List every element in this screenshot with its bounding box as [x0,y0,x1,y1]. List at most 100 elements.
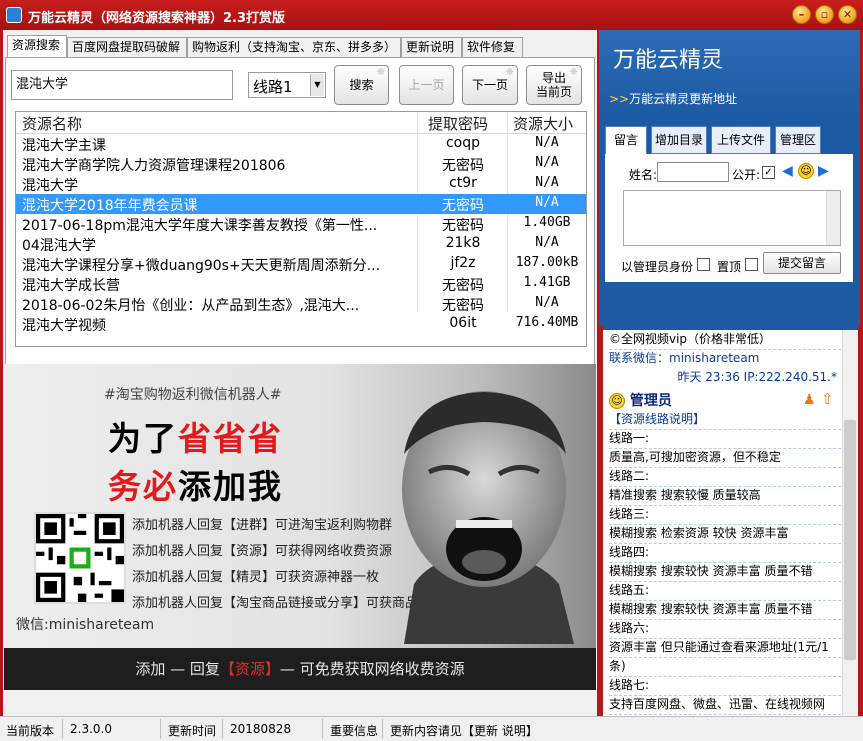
up-arrow-icon[interactable]: ⇧ [821,390,834,408]
banner-item-3: 添加机器人回复【精灵】可获资源神器一枚 [132,570,380,585]
table-row[interactable]: 混沌大学主课 coqp N/A [16,134,586,154]
update-time-label: 更新时间 [168,724,217,738]
right-header: 万能云精灵 >>万能云精灵更新地址 [599,30,860,118]
name-input[interactable] [657,162,729,182]
scrollbar-thumb[interactable] [844,420,856,660]
admin-identity-label: 以管理员身份 [621,260,694,274]
message-line: 线路一: [609,429,841,449]
cell-name: 2018-06-02朱月怡《创业：从产品到生态》,混沌大... [22,298,360,314]
submit-message-button[interactable]: 提交留言 [763,252,841,274]
banner-headline-1: 为了省省省 [108,412,283,460]
cell-name: 2017-06-18pm混沌大学年度大课李善友教授《第一性... [22,218,378,234]
cell-password: 06it [449,315,477,331]
maximize-button[interactable]: ▫ [815,5,834,24]
footer-text-c: — 可免费获取网络收费资源 [279,660,465,678]
search-panel: 混沌大学 线路1 ▼ 搜索 ❋ 上一页 下一页 ❋ 导出 当前页 ❋ 资源名称 … [5,57,595,383]
message-line: 线路五: [609,581,841,601]
admin-name: 管理员 [629,393,672,409]
table-row[interactable]: 混沌大学成长营 无密码 1.41GB [16,274,586,294]
wechat-qr-code [34,512,126,604]
admin-checkbox[interactable] [697,258,710,271]
promo-banner[interactable]: #淘宝购物返利微信机器人# 为了省省省 务必添加我 添加机器人回复【进群】可进淘… [4,364,596,690]
tab-baidu-code[interactable]: 百度网盘提取码破解 [67,37,187,57]
public-label: 公开: [732,168,761,182]
message-textarea[interactable] [623,190,841,246]
banner-item-2: 添加机器人回复【资源】可获得网络收费资源 [132,544,393,559]
message-scrollbar[interactable] [842,330,858,716]
table-row[interactable]: 混沌大学视频 06it 716.40MB [16,314,586,334]
public-checkbox[interactable]: ✓ [762,166,775,179]
main-panel: 资源搜索 百度网盘提取码破解 购物返利（支持淘宝、京东、拼多多） 更新说明 软件… [3,30,597,716]
table-row[interactable]: 混沌大学2018年年费会员课 无密码 N/A [16,194,586,214]
tab-message[interactable]: 留言 [605,126,647,156]
table-header: 资源名称 提取密码 资源大小 [16,112,586,134]
prev-page-button[interactable]: 上一页 [399,65,454,105]
banner-wechat-id: 微信:minishareteam [16,617,155,633]
results-table[interactable]: 资源名称 提取密码 资源大小 混沌大学主课 coqp N/A 混沌大学商学院人力资源管… [15,111,587,347]
important-info-value[interactable]: 更新内容请见【更新 说明】 [390,722,538,739]
user-icon[interactable]: ♟ [803,392,816,408]
footer-text-b: 【资源】 [219,660,280,678]
cell-size: N/A [535,155,559,170]
tab-admin-area[interactable]: 管理区 [775,126,821,154]
table-row[interactable]: 04混沌大学 21k8 N/A [16,234,586,254]
update-link-label: 万能云精灵更新地址 [629,92,738,106]
tab-software-repair[interactable]: 软件修复 [462,37,523,57]
message-line: 质量高,可搜加密资源，但不稳定 [609,448,841,468]
cell-password: 无密码 [442,278,484,294]
table-row[interactable]: 混沌大学 ct9r N/A [16,174,586,194]
table-row[interactable]: 2018-06-02朱月怡《创业：从产品到生态》,混沌大... 无密码 N/A [16,294,586,314]
header-password[interactable]: 提取密码 [428,113,488,134]
message-line: 【资源线路说明】 [609,410,841,430]
sparkle-icon: ❋ [505,67,514,78]
right-title: 万能云精灵 [613,48,724,73]
export-label-2: 当前页 [535,85,572,99]
update-link[interactable]: >>万能云精灵更新地址 [609,90,737,107]
right-arrow-icon[interactable]: ▶ [818,163,829,179]
route-select[interactable]: 线路1 ▼ [248,72,326,98]
next-page-button[interactable]: 下一页 ❋ [462,65,518,105]
tab-add-directory[interactable]: 增加目录 [651,126,707,154]
message-line: 线路四: [609,543,841,563]
message-line: 模糊搜索 搜索较快 资源丰富 质量不错 [609,600,841,620]
left-arrow-icon[interactable]: ◀ [782,163,793,179]
message-panel: 留言 增加目录 上传文件 管理区 姓名: 公开: ✓ ◀ ☺ ▶ 以管理员身份 … [599,118,860,326]
message-list[interactable]: ©全网视频vip（价格非常低） 联系微信：minishareteam 昨天 23… [603,326,858,716]
admin-heading: ☺ 管理员 [609,390,672,410]
message-line: 模糊搜索 搜索较快 资源丰富 质量不错 [609,562,841,582]
cell-size: N/A [535,295,559,310]
chevron-down-icon[interactable]: ▼ [310,74,324,96]
header-size[interactable]: 资源大小 [513,113,573,134]
sparkle-icon: ❋ [569,67,578,78]
tab-upload-file[interactable]: 上传文件 [711,126,771,154]
tab-shopping-rebate[interactable]: 购物返利（支持淘宝、京东、拼多多） [187,37,401,57]
pin-checkbox[interactable] [745,258,758,271]
cell-name: 混沌大学商学院人力资源管理课程201806 [22,158,286,174]
search-input[interactable]: 混沌大学 [11,70,233,100]
minimize-button[interactable]: – [792,5,811,24]
close-button[interactable]: ✕ [838,5,857,24]
headline-1b: 省省省 [178,419,283,458]
textarea-scrollbar[interactable] [826,191,840,245]
table-row[interactable]: 2017-06-18pm混沌大学年度大课李善友教授《第一性... 无密码 1.40G… [16,214,586,234]
status-bar: 当前版本 2.3.0.0 更新时间 20180828 重要信息 更新内容请见【更… [0,716,863,741]
headline-2a: 务必 [108,467,178,506]
route-value: 线路1 [253,78,293,96]
table-row[interactable]: 混沌大学商学院人力资源管理课程201806 无密码 N/A [16,154,586,174]
message-form: 姓名: 公开: ✓ ◀ ☺ ▶ 以管理员身份 置顶 提交留言 [605,154,853,282]
message-line: 线路六: [609,619,841,639]
cell-password: 无密码 [442,158,484,174]
smiley-icon[interactable]: ☺ [798,163,814,179]
search-button[interactable]: 搜索 ❋ [334,65,389,105]
message-line: 资源丰富 但只能通过查看来源地址(1元/1 [609,638,841,658]
tab-update-notes[interactable]: 更新说明 [401,37,462,57]
prev-page-label: 上一页 [408,78,445,92]
tab-resource-search[interactable]: 资源搜索 [7,35,67,57]
next-page-label: 下一页 [471,78,508,92]
update-time-value: 20180828 [230,722,292,736]
header-name[interactable]: 资源名称 [22,113,82,134]
screaming-boy-image [402,391,574,644]
table-row[interactable]: 混沌大学课程分享+微duang90s+天天更新周周添新分... jf2z 187.0… [16,254,586,274]
export-page-button[interactable]: 导出 当前页 ❋ [526,65,582,105]
banner-footer: 添加 — 回复【资源】— 可免费获取网络收费资源 [4,648,596,690]
